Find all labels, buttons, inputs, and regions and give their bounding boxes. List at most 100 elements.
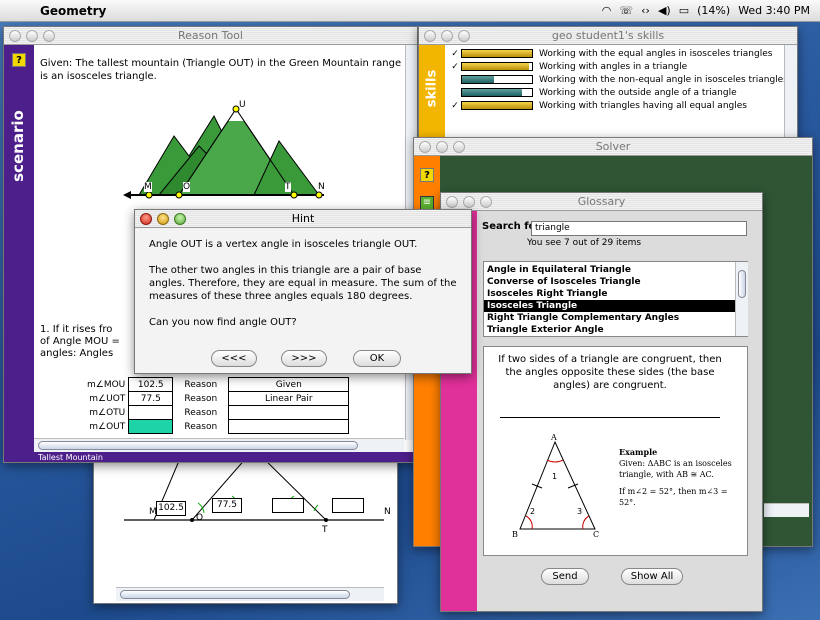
diagram-label-t: T [322,525,328,535]
window-controls[interactable] [419,141,465,153]
diagram-label-o: O [196,513,204,523]
hint-dialog: Hint Angle OUT is a vertex angle in isos… [134,209,472,374]
send-button[interactable]: Send [541,568,589,585]
app-menu[interactable]: Geometry [40,4,106,18]
skill-label: Working with triangles having all equal … [539,100,747,111]
glossary-term[interactable]: Triangle Exterior Angle [484,324,747,336]
skill-label: Working with the non-equal angle in isos… [539,74,788,85]
previous-hint-button[interactable]: <<< [211,350,257,367]
fig-label-b: B [512,530,518,539]
window-controls[interactable] [9,30,55,42]
glossary-term[interactable]: Right Triangle Complementary Angles [484,312,747,324]
window-controls[interactable] [446,196,492,208]
fig-angle-1: 1 [552,472,558,481]
reason-tool-titlebar[interactable]: Reason Tool [4,27,417,45]
clock[interactable]: Wed 3:40 PM [738,4,810,17]
solver-list-icon[interactable]: ≡ [420,196,434,210]
example-title: Example [619,447,658,457]
reasoning-table: m∠MOU 102.5 Reason Given m∠UOT 77.5 Reason Line… [84,377,350,434]
example-block: Example Given: ΔABC is an isosceles tria… [619,447,744,508]
hint-paragraph-3: Can you now find angle OUT? [149,317,297,328]
skill-item: ✓ Working with angles in a triangle [449,60,788,73]
diagram-box-mou[interactable]: 102.5 [156,501,186,516]
definition-text: If two sides of a triangle are congruent… [498,354,722,391]
search-input[interactable]: triangle [531,221,747,236]
wifi-icon[interactable]: ◠ [602,4,612,17]
question-text: 1. If it rises fro of Angle MOU = angles… [40,324,120,359]
window-title: Reason Tool [178,29,243,42]
sync-icon[interactable]: ‹› [641,4,650,17]
reason-row: m∠MOU 102.5 Reason Given [84,377,350,392]
solver-help-icon[interactable]: ? [420,168,434,182]
angle-value-input[interactable]: 77.5 [128,391,174,406]
window-title: geo student1's skills [551,29,665,42]
show-all-button[interactable]: Show All [621,568,683,585]
skills-sidebar: skills [419,45,445,138]
glossary-titlebar[interactable]: Glossary [441,193,762,211]
angle-value-input[interactable]: 102.5 [128,377,174,392]
skill-label: Working with the equal angles in isoscel… [539,48,773,59]
skills-titlebar[interactable]: geo student1's skills [419,27,797,45]
reason-row: m∠UOT 77.5 Reason Linear Pair [84,391,350,406]
skill-label: Working with the outside angle of a tria… [539,87,737,98]
glossary-term[interactable]: Isosceles Right Triangle [484,288,747,300]
reason-input[interactable]: Given [228,377,350,392]
phone-icon[interactable]: ☏ [619,4,633,17]
volume-icon[interactable]: ◀) [658,4,671,17]
help-icon[interactable]: ? [12,53,26,67]
skill-progress-fill [462,50,532,57]
check-icon: ✓ [451,100,459,111]
diagram-box-otu[interactable] [332,498,364,513]
result-count: You see 7 out of 29 items [527,238,642,248]
angle-value-input[interactable] [128,419,174,434]
solver-titlebar[interactable]: Solver [414,138,812,156]
term-list: Angle in Equilateral Triangle Converse of… [483,261,748,337]
skill-progress-fill [462,102,532,109]
figure-label-o: O [183,182,191,192]
glossary-term[interactable]: Converse of Isosceles Triangle [484,276,747,288]
reason-hscrollbar[interactable] [34,438,404,452]
fig-label-c: C [593,530,600,539]
ok-button[interactable]: OK [353,350,401,367]
window-controls[interactable] [140,213,186,225]
hint-titlebar[interactable]: Hint [135,210,471,228]
scenario-label: scenario [9,110,27,182]
check-icon: ✓ [451,61,459,72]
reason-input[interactable]: Linear Pair [228,391,350,406]
hint-paragraph-2: The other two angles in this triangle ar… [149,265,457,302]
scenario-footer: Tallest Mountain [4,452,417,462]
next-hint-button[interactable]: >>> [281,350,327,367]
figure-label-n: N [318,182,325,192]
mountain-figure [123,105,324,199]
reason-label: Reason [184,393,218,404]
angle-label: m∠OTU [89,407,126,418]
diagram-window: M O T N 102.5 77.5 [93,440,398,604]
solver-hscrollbar[interactable] [764,503,809,517]
term-list-vscrollbar[interactable] [735,262,748,336]
glossary-term[interactable]: Isosceles Triangle [484,300,747,312]
reason-row: m∠OUT Reason [84,419,350,434]
diagram-box-out[interactable] [272,498,304,513]
skills-vscrollbar[interactable] [784,45,797,138]
mountain-diagram [124,448,384,522]
angle-label: m∠OUT [89,421,126,432]
window-title: Hint [291,212,315,225]
angle-label: m∠MOU [87,379,126,390]
diagram-label-n: N [384,507,391,517]
example-if: If m∠2 = 52°, then m∠3 = 52°. [619,487,728,507]
reason-label: Reason [184,407,218,418]
diagram-hscrollbar[interactable] [116,587,384,601]
angle-value-input[interactable] [128,405,174,420]
skill-item: ✓ Working with triangles having all equal… [449,99,788,112]
glossary-term[interactable]: Angle in Equilateral Triangle [484,264,747,276]
reason-input[interactable] [228,419,350,434]
skill-progress-bar [461,101,533,110]
reason-input[interactable] [228,405,350,420]
diagram-box-uot[interactable]: 77.5 [212,498,242,513]
window-controls[interactable] [424,30,470,42]
example-triangle [519,440,596,530]
definition-divider [500,417,720,418]
skill-item: ✓ Working with the equal angles in isosce… [449,47,788,60]
battery-icon[interactable]: ▭ [679,4,689,17]
fig-label-a: A [551,433,557,442]
